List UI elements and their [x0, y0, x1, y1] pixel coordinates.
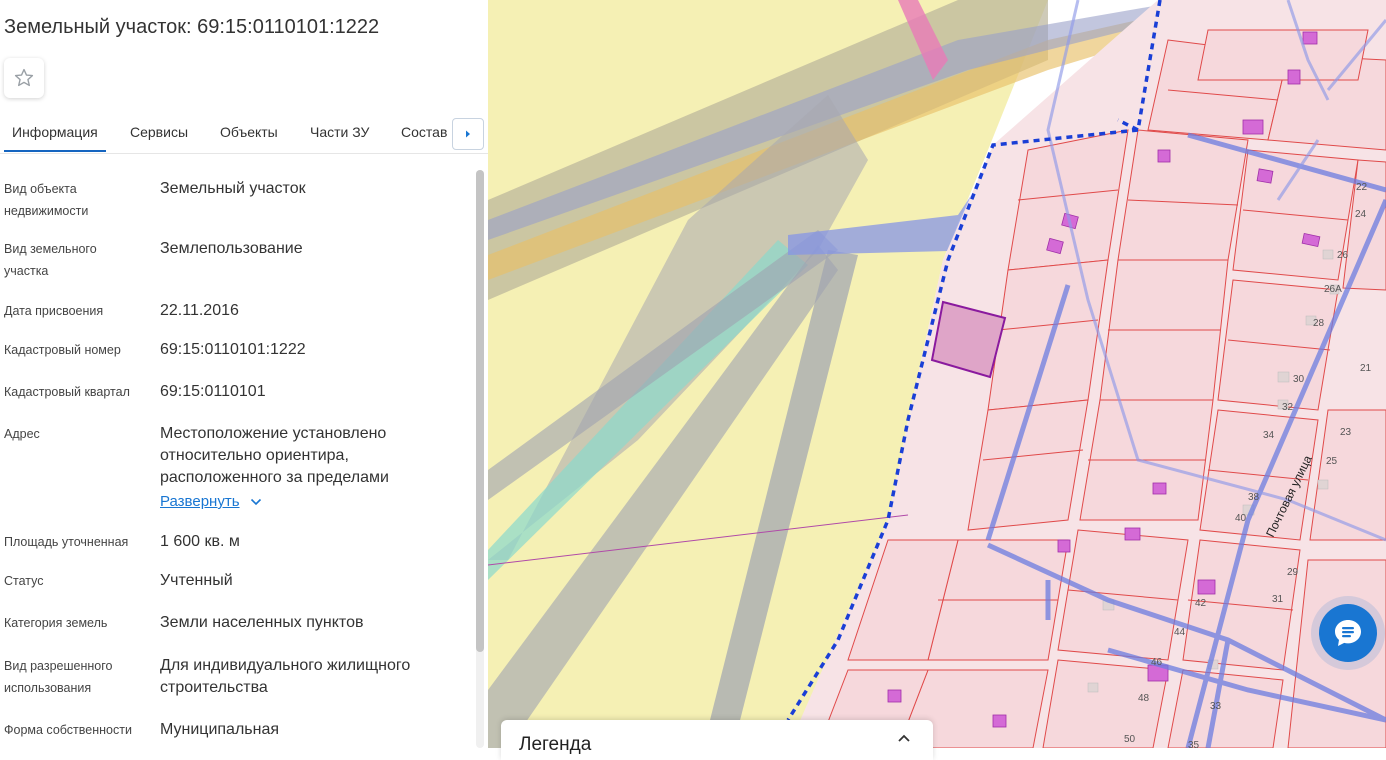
property-value: Земли населенных пунктов: [160, 614, 364, 631]
house-number: 46: [1151, 657, 1163, 668]
legend-toggle-button[interactable]: [897, 730, 911, 748]
property-label: Адрес: [4, 427, 40, 441]
property-label: Вид разрешенного использования: [4, 659, 113, 695]
property-label: Вид объекта недвижимости: [4, 182, 89, 218]
map-canvas[interactable]: Почтовая улица 22 24 26 26А 28 30 32 34 …: [488, 0, 1386, 748]
chat-button[interactable]: [1319, 604, 1377, 662]
house-number: 21: [1360, 363, 1372, 374]
info-panel: Земельный участок: 69:15:0110101:1222 Ин…: [0, 0, 489, 748]
property-label: Категория земель: [4, 616, 108, 630]
tab-composition[interactable]: Состав: [401, 124, 447, 140]
address-value: Местоположение установлено относительно …: [160, 425, 389, 486]
house-number: 24: [1355, 209, 1367, 220]
panel-scrollbar[interactable]: [476, 170, 484, 748]
tab-information[interactable]: Информация: [4, 124, 106, 152]
house-number: 33: [1210, 701, 1222, 712]
house-number: 28: [1313, 318, 1325, 329]
chevron-up-icon: [898, 734, 910, 742]
legend-panel: Легенда: [501, 720, 933, 760]
expand-address-link[interactable]: Развернуть: [160, 493, 262, 510]
tab-scroll-button[interactable]: [452, 118, 484, 150]
property-label: Вид земельного участка: [4, 242, 97, 278]
property-label: Дата присвоения: [4, 304, 104, 318]
tab-bar: Информация Сервисы Объекты Части ЗУ Сост…: [0, 112, 488, 154]
house-number: 44: [1174, 627, 1186, 638]
house-number: 40: [1235, 513, 1247, 524]
star-outline-icon: [14, 68, 34, 87]
chevron-down-icon: [250, 498, 261, 505]
legend-title: Легенда: [519, 734, 592, 755]
property-label: Статус: [4, 574, 44, 588]
house-number: 26А: [1324, 284, 1342, 295]
house-number: 31: [1272, 594, 1284, 605]
property-value: Для индивидуального жилищного строительс…: [160, 657, 411, 696]
house-number: 26: [1337, 250, 1349, 261]
property-label: Площадь уточненная: [4, 535, 129, 549]
property-value: 22.11.2016: [160, 302, 239, 319]
property-value: 69:15:0110101: [160, 383, 266, 400]
property-value: Муниципальная: [160, 721, 280, 738]
house-number: 38: [1248, 492, 1260, 503]
property-value: 69:15:0110101:1222: [160, 341, 306, 358]
property-label: Кадастровый номер: [4, 343, 121, 357]
tab-objects[interactable]: Объекты: [220, 124, 278, 140]
cadastral-map[interactable]: Почтовая улица 22 24 26 26А 28 30 32 34 …: [488, 0, 1386, 748]
house-number: 23: [1340, 427, 1352, 438]
house-number: 32: [1282, 402, 1294, 413]
scrollbar-thumb[interactable]: [476, 170, 484, 652]
tabs-divider: [0, 153, 488, 154]
favorite-button[interactable]: [4, 58, 44, 98]
property-value: 1 600 кв. м: [160, 533, 240, 550]
house-number: 34: [1263, 430, 1275, 441]
property-value: Землепользование: [160, 240, 303, 257]
property-value: Учтенный: [160, 572, 233, 589]
property-label: Форма собственности: [4, 723, 132, 737]
house-number: 35: [1188, 740, 1200, 748]
expand-label: Развернуть: [160, 493, 240, 510]
tab-services[interactable]: Сервисы: [130, 124, 188, 140]
house-number: 25: [1326, 456, 1338, 467]
house-number: 42: [1195, 598, 1207, 609]
property-label: Кадастровый квартал: [4, 385, 130, 399]
property-value: Земельный участок: [160, 180, 306, 197]
tab-land-parts[interactable]: Части ЗУ: [310, 124, 369, 140]
house-number: 22: [1356, 182, 1368, 193]
caret-right-icon: [466, 130, 470, 138]
page-title: Земельный участок: 69:15:0110101:1222: [4, 16, 380, 38]
chat-icon: [1335, 620, 1361, 646]
house-number: 30: [1293, 374, 1305, 385]
house-number: 48: [1138, 693, 1150, 704]
house-number: 29: [1287, 567, 1299, 578]
house-number: 50: [1124, 734, 1136, 745]
